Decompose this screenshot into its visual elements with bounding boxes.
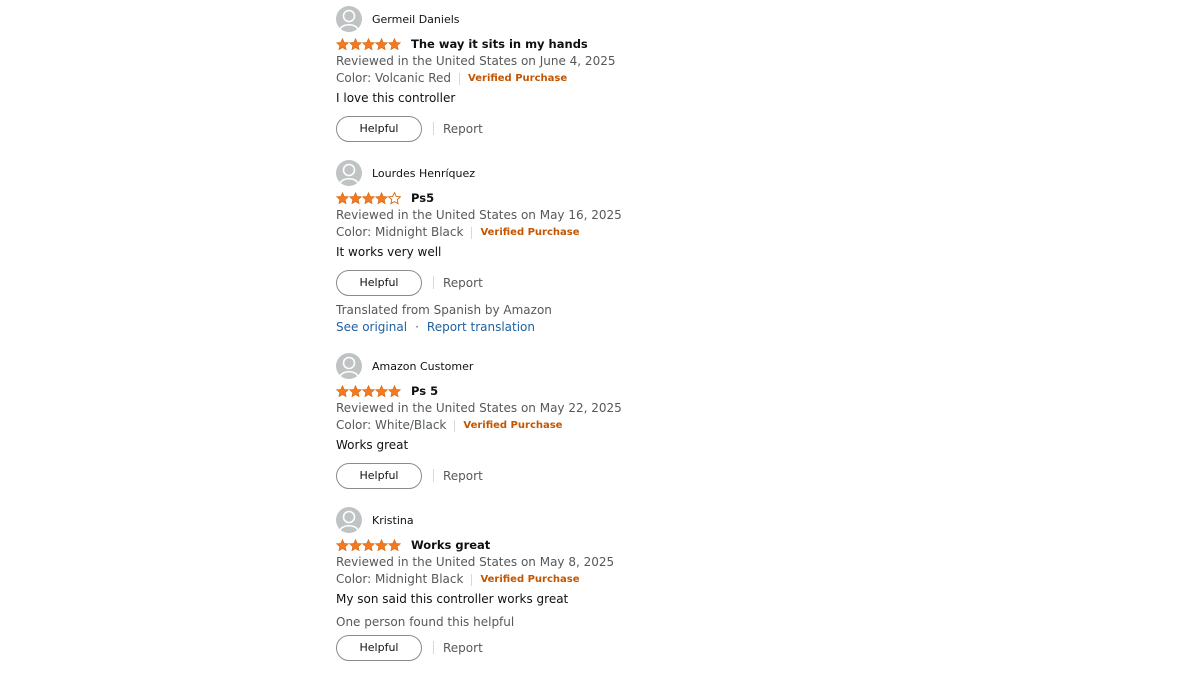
dot-separator: ·: [415, 320, 419, 334]
variant-link[interactable]: Color: Volcanic Red: [336, 70, 451, 87]
variant-link[interactable]: Color: White/Black: [336, 417, 446, 434]
star-empty-icon: [388, 191, 401, 205]
star-filled-icon: [336, 37, 349, 50]
review-title-row: Ps 5: [336, 382, 836, 400]
helpful-count: One person found this helpful: [336, 615, 515, 629]
translation-note: Translated from Spanish by Amazon: [336, 303, 552, 317]
star-rating[interactable]: [336, 538, 402, 552]
review-title-row: The way it sits in my hands: [336, 35, 836, 53]
star-filled-icon: [362, 37, 375, 50]
star-filled-icon: [336, 191, 349, 204]
divider: [433, 122, 434, 135]
star-rating[interactable]: [336, 384, 402, 398]
review-title[interactable]: Ps5: [411, 191, 434, 205]
avatar: [336, 507, 362, 533]
report-link[interactable]: Report: [443, 276, 483, 290]
review-meta: Color: White/Black Verified Purchase: [336, 417, 836, 434]
review-title[interactable]: Ps 5: [411, 384, 438, 398]
review-card: Lourdes Henríquez Ps5 Reviewed in the Un…: [336, 160, 836, 336]
helpful-button[interactable]: Helpful: [336, 269, 422, 296]
review-date: Reviewed in the United States on June 4,…: [336, 54, 616, 68]
star-filled-icon: [375, 538, 388, 551]
review-actions: Helpful Report: [336, 634, 836, 661]
divider: [471, 226, 473, 239]
review-body: My son said this controller works great: [336, 592, 569, 606]
reviewer-name[interactable]: Germeil Daniels: [372, 13, 460, 26]
review-meta: Color: Midnight Black Verified Purchase: [336, 571, 836, 588]
star-filled-icon: [349, 384, 362, 397]
review-title-row: Ps5: [336, 189, 836, 207]
review-meta: Color: Volcanic Red Verified Purchase: [336, 70, 836, 87]
divider: [433, 641, 434, 654]
star-filled-icon: [349, 191, 362, 204]
review-actions: Helpful Report: [336, 462, 836, 489]
review-meta: Color: Midnight Black Verified Purchase: [336, 224, 836, 241]
star-filled-icon: [388, 538, 401, 551]
divider: [471, 573, 473, 586]
avatar: [336, 160, 362, 186]
review-date: Reviewed in the United States on May 22,…: [336, 401, 622, 415]
verified-purchase-badge: Verified Purchase: [480, 227, 580, 238]
star-filled-icon: [362, 384, 375, 397]
reviewer-profile[interactable]: Germeil Daniels: [336, 6, 836, 32]
avatar: [336, 6, 362, 32]
reviewer-profile[interactable]: Kristina: [336, 507, 836, 533]
reviewer-profile[interactable]: Lourdes Henríquez: [336, 160, 836, 186]
star-filled-icon: [388, 37, 401, 50]
star-rating[interactable]: [336, 37, 402, 51]
review-date: Reviewed in the United States on May 16,…: [336, 208, 622, 222]
helpful-button[interactable]: Helpful: [336, 462, 422, 489]
review-actions: Helpful Report: [336, 269, 836, 296]
review-card: Germeil Daniels The way it sits in my ha…: [336, 6, 836, 142]
star-filled-icon: [336, 384, 349, 397]
helpful-button[interactable]: Helpful: [336, 115, 422, 142]
divider: [454, 419, 456, 432]
review-card: Amazon Customer Ps 5 Reviewed in the Uni…: [336, 353, 836, 489]
report-link[interactable]: Report: [443, 641, 483, 655]
review-card: Kristina Works great Reviewed in the Uni…: [336, 507, 836, 661]
star-filled-icon: [336, 538, 349, 551]
divider: [433, 276, 434, 289]
star-filled-icon: [362, 191, 375, 204]
reviewer-profile[interactable]: Amazon Customer: [336, 353, 836, 379]
variant-link[interactable]: Color: Midnight Black: [336, 571, 463, 588]
star-filled-icon: [375, 384, 388, 397]
divider: [459, 72, 461, 85]
star-filled-icon: [375, 191, 388, 204]
review-body: I love this controller: [336, 91, 456, 105]
verified-purchase-badge: Verified Purchase: [463, 420, 563, 431]
verified-purchase-badge: Verified Purchase: [480, 574, 580, 585]
avatar: [336, 353, 362, 379]
see-original-link[interactable]: See original: [336, 319, 407, 336]
review-body: Works great: [336, 438, 409, 452]
report-translation-link[interactable]: Report translation: [427, 319, 535, 336]
translation-links: See original · Report translation: [336, 319, 836, 336]
report-link[interactable]: Report: [443, 469, 483, 483]
review-title[interactable]: Works great: [411, 538, 490, 552]
star-filled-icon: [349, 538, 362, 551]
verified-purchase-badge: Verified Purchase: [468, 73, 568, 84]
star-filled-icon: [388, 384, 401, 397]
review-title-row: Works great: [336, 536, 836, 554]
review-actions: Helpful Report: [336, 115, 836, 142]
star-filled-icon: [375, 37, 388, 50]
star-rating[interactable]: [336, 191, 402, 205]
reviewer-name[interactable]: Amazon Customer: [372, 360, 473, 373]
helpful-button[interactable]: Helpful: [336, 634, 422, 661]
reviewer-name[interactable]: Kristina: [372, 514, 414, 527]
review-title[interactable]: The way it sits in my hands: [411, 37, 588, 51]
review-date: Reviewed in the United States on May 8, …: [336, 555, 615, 569]
divider: [433, 469, 434, 482]
review-body: It works very well: [336, 245, 442, 259]
star-filled-icon: [362, 538, 375, 551]
reviewer-name[interactable]: Lourdes Henríquez: [372, 167, 475, 180]
report-link[interactable]: Report: [443, 122, 483, 136]
variant-link[interactable]: Color: Midnight Black: [336, 224, 463, 241]
star-filled-icon: [349, 37, 362, 50]
